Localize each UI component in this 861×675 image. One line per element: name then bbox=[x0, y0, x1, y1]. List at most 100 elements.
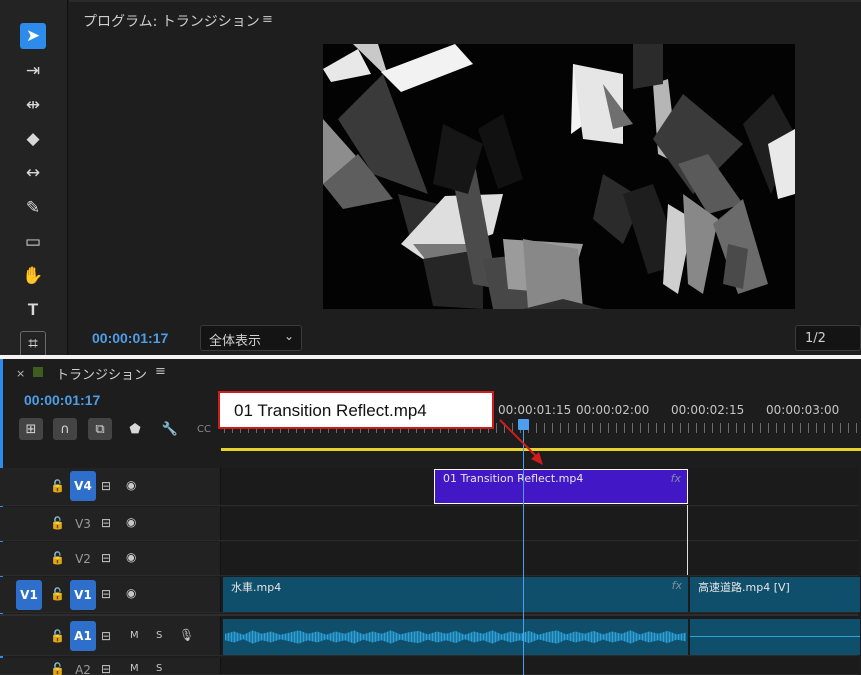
video-preview[interactable] bbox=[323, 44, 795, 309]
track-lane-v4[interactable]: 01 Transition Reflect.mp4 fx bbox=[221, 468, 858, 505]
audio-waveform bbox=[225, 630, 686, 644]
ruler-label: 00:00:02:00 bbox=[576, 403, 650, 417]
program-monitor-title: プログラム: トランジション bbox=[83, 14, 260, 30]
sequence-color-swatch bbox=[33, 367, 43, 377]
transition-clip[interactable]: 01 Transition Reflect.mp4 fx bbox=[434, 469, 688, 504]
track-header-a2: 🔓 A2 ⊟ M S bbox=[0, 655, 221, 675]
track-header-v3: 🔓 V3 ⊟ ◉ bbox=[0, 507, 221, 540]
captions-icon[interactable]: CC bbox=[192, 418, 216, 440]
eye-icon[interactable]: ◉ bbox=[126, 586, 136, 600]
razor-icon[interactable]: ◆ bbox=[20, 126, 46, 152]
panel-menu-icon[interactable]: ≡ bbox=[155, 364, 166, 379]
playhead-line[interactable] bbox=[523, 426, 524, 675]
zoom-level-value: 全体表示 bbox=[209, 334, 262, 349]
track-target-v3[interactable]: V3 bbox=[70, 509, 96, 539]
sync-lock-icon[interactable]: ⊟ bbox=[101, 587, 111, 601]
program-timecode[interactable]: 00:00:01:17 bbox=[92, 330, 168, 346]
track-target-a1[interactable]: A1 bbox=[70, 621, 96, 651]
ruler-label: 00:00:03:00 bbox=[766, 403, 840, 417]
audio-clip[interactable] bbox=[223, 619, 688, 655]
track-v2: 🔓 V2 ⊟ ◉ bbox=[0, 542, 858, 576]
track-lane-v3[interactable] bbox=[221, 507, 858, 540]
lock-icon[interactable]: 🔓 bbox=[50, 587, 65, 601]
add-marker-icon[interactable]: ⬟ bbox=[123, 418, 147, 440]
work-area-bar[interactable] bbox=[221, 448, 861, 451]
source-patch-v1[interactable]: V1 bbox=[16, 580, 42, 610]
track-lane-a2[interactable] bbox=[221, 658, 858, 674]
sync-lock-icon[interactable]: ⊟ bbox=[101, 479, 111, 493]
track-header-v1: V1 🔓 V1 ⊟ ◉ bbox=[0, 577, 221, 612]
sync-lock-icon[interactable]: ⊟ bbox=[101, 516, 111, 530]
nest-toggle-icon[interactable]: ⊞ bbox=[19, 418, 43, 440]
wrench-icon[interactable]: 🔧 bbox=[158, 418, 182, 440]
sync-lock-icon[interactable]: ⊟ bbox=[101, 551, 111, 565]
zoom-level-select[interactable]: 全体表示 ⌄ bbox=[200, 325, 302, 351]
ruler-label: 00:00:02:15 bbox=[671, 403, 745, 417]
sync-lock-icon[interactable]: ⊟ bbox=[101, 662, 111, 675]
eye-icon[interactable]: ◉ bbox=[126, 478, 136, 492]
audio-clip[interactable] bbox=[690, 619, 860, 655]
track-v3: 🔓 V3 ⊟ ◉ bbox=[0, 507, 858, 541]
lock-icon[interactable]: 🔓 bbox=[50, 629, 65, 643]
ruler-label: 00:00:01:15 bbox=[498, 403, 572, 417]
clip-label: 高速道路.mp4 [V] bbox=[698, 581, 790, 594]
lock-icon[interactable]: 🔓 bbox=[50, 479, 65, 493]
lock-icon[interactable]: 🔓 bbox=[50, 551, 65, 565]
fx-badge: fx bbox=[670, 472, 681, 485]
track-v1: V1 🔓 V1 ⊟ ◉ 水車.mp4 fx 高速道路.mp4 [V] bbox=[0, 577, 860, 613]
rectangle-icon[interactable]: ▭ bbox=[20, 229, 46, 255]
track-target-v1[interactable]: V1 bbox=[70, 580, 96, 610]
track-v4: 🔓 V4 ⊟ ◉ 01 Transition Reflect.mp4 fx bbox=[0, 468, 858, 506]
selection-tool-icon[interactable]: ➤ bbox=[20, 23, 46, 49]
track-lane-v2[interactable] bbox=[221, 542, 858, 575]
close-icon[interactable]: × bbox=[16, 367, 25, 380]
timeline-timecode[interactable]: 00:00:01:17 bbox=[24, 392, 100, 408]
fx-badge: fx bbox=[671, 579, 682, 592]
panel-menu-icon[interactable]: ≡ bbox=[262, 12, 273, 27]
playback-resolution-select[interactable]: 1/2 bbox=[795, 325, 861, 351]
audio-waveform bbox=[690, 636, 860, 637]
eye-icon[interactable]: ◉ bbox=[126, 550, 136, 564]
water-clip[interactable]: 水車.mp4 fx bbox=[223, 577, 688, 612]
solo-button[interactable]: S bbox=[156, 630, 162, 641]
track-target-v2[interactable]: V2 bbox=[70, 544, 96, 574]
pen-icon[interactable]: ✎ bbox=[20, 195, 46, 221]
lock-icon[interactable]: 🔓 bbox=[50, 662, 65, 675]
callout-annotation: 01 Transition Reflect.mp4 bbox=[218, 391, 494, 429]
lock-icon[interactable]: 🔓 bbox=[50, 516, 65, 530]
track-a1: 🔓 A1 ⊟ M S 🎙 bbox=[0, 614, 860, 656]
sequence-title[interactable]: トランジション bbox=[56, 364, 147, 383]
edit-point-line bbox=[687, 505, 688, 575]
track-lane-a1[interactable] bbox=[221, 616, 860, 655]
highway-clip[interactable]: 高速道路.mp4 [V] bbox=[690, 577, 860, 612]
premiere-window: ➤ ⇥ ⇹ ◆ ↔ ✎ ▭ ✋ T ⌗ プログラム: トランジション ≡ 00:… bbox=[0, 0, 861, 675]
clip-label: 01 Transition Reflect.mp4 bbox=[443, 472, 584, 485]
track-select-forward-icon[interactable]: ⇥ bbox=[20, 58, 46, 84]
track-header-a1: 🔓 A1 ⊟ M S 🎙 bbox=[0, 616, 221, 655]
timeline-tab[interactable]: × トランジション ≡ bbox=[3, 359, 861, 385]
track-a2: 🔓 A2 ⊟ M S bbox=[0, 658, 858, 675]
track-target-a2[interactable]: A2 bbox=[70, 655, 96, 675]
sync-lock-icon[interactable]: ⊟ bbox=[101, 629, 111, 643]
program-monitor: プログラム: トランジション ≡ 00:00:01:17 全体表示 ⌄ 1/2 bbox=[69, 0, 861, 356]
mute-button[interactable]: M bbox=[130, 630, 139, 641]
program-monitor-header: プログラム: トランジション ≡ bbox=[69, 0, 861, 36]
tools-panel: ➤ ⇥ ⇹ ◆ ↔ ✎ ▭ ✋ T ⌗ bbox=[0, 0, 68, 357]
slip-icon[interactable]: ↔ bbox=[20, 160, 46, 186]
type-icon[interactable]: T bbox=[20, 297, 46, 323]
solo-button[interactable]: S bbox=[156, 663, 162, 674]
remix-icon[interactable]: ⌗ bbox=[20, 331, 46, 357]
eye-icon[interactable]: ◉ bbox=[126, 515, 136, 529]
track-target-v4[interactable]: V4 bbox=[70, 471, 96, 501]
microphone-icon[interactable]: 🎙 bbox=[179, 628, 194, 642]
hand-icon[interactable]: ✋ bbox=[20, 263, 46, 289]
snap-icon[interactable]: ∩ bbox=[53, 418, 77, 440]
playhead-handle[interactable] bbox=[518, 419, 529, 430]
linked-selection-icon[interactable]: ⧉ bbox=[88, 418, 112, 440]
track-header-v4: 🔓 V4 ⊟ ◉ bbox=[0, 468, 221, 505]
track-lane-v1[interactable]: 水車.mp4 fx 高速道路.mp4 [V] bbox=[221, 577, 860, 612]
playback-resolution-value: 1/2 bbox=[805, 331, 826, 346]
chevron-down-icon: ⌄ bbox=[283, 329, 294, 343]
mute-button[interactable]: M bbox=[130, 663, 139, 674]
ripple-edit-icon[interactable]: ⇹ bbox=[20, 92, 46, 118]
